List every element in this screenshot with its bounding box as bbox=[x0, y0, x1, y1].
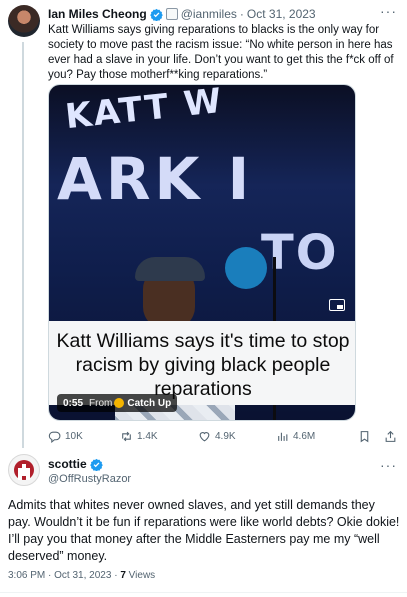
bookmark-button[interactable] bbox=[358, 430, 371, 443]
verified-badge-icon bbox=[89, 458, 103, 471]
separator-dot: · bbox=[114, 570, 118, 581]
author-name[interactable]: Ian Miles Cheong bbox=[48, 7, 147, 21]
views-button[interactable]: 4.6M bbox=[276, 430, 315, 443]
thread-line bbox=[22, 42, 24, 448]
reply-author-name[interactable]: scottie bbox=[48, 457, 87, 471]
reply-views-count: 7 bbox=[120, 570, 126, 581]
video-duration-badge: 0:55 From Catch Up bbox=[57, 394, 178, 412]
share-icon bbox=[385, 430, 396, 442]
reply-time[interactable]: 3:06 PM bbox=[8, 570, 45, 581]
banner-text-middle: ARK I bbox=[57, 145, 254, 213]
quoted-tweet[interactable]: Ian Miles Cheong @ianmiles · Oct 31, 202… bbox=[0, 0, 407, 448]
more-options-icon[interactable]: ··· bbox=[380, 4, 397, 18]
catch-up-logo-icon bbox=[114, 398, 125, 408]
reply-date[interactable]: Oct 31, 2023 bbox=[54, 570, 111, 581]
verified-badge-icon bbox=[149, 8, 163, 21]
from-label: From bbox=[89, 397, 113, 409]
heart-icon bbox=[199, 431, 210, 441]
repost-count: 1.4K bbox=[137, 430, 158, 442]
author-handle[interactable]: @ianmiles bbox=[181, 7, 237, 21]
tweet-text: Katt Williams says giving reparations to… bbox=[48, 24, 397, 81]
avatar[interactable] bbox=[8, 5, 40, 37]
affiliation-badge-icon[interactable] bbox=[165, 8, 178, 20]
reply-text: Admits that whites never owned slaves, a… bbox=[8, 498, 403, 563]
like-button[interactable]: 4.9K bbox=[198, 430, 236, 443]
reply-header: scottie bbox=[48, 457, 103, 471]
reply-count: 10K bbox=[65, 430, 83, 442]
repost-button[interactable]: 1.4K bbox=[120, 430, 158, 443]
source-name[interactable]: Catch Up bbox=[127, 398, 171, 409]
video-player[interactable]: KATT W ARK I TO Katt Williams says it's … bbox=[48, 84, 356, 421]
more-options-icon[interactable]: ··· bbox=[380, 458, 397, 472]
views-count: 4.6M bbox=[293, 430, 316, 442]
reply-button[interactable]: 10K bbox=[48, 430, 83, 443]
repost-icon bbox=[122, 431, 131, 441]
divider bbox=[0, 592, 407, 593]
banner-text-top: KATT W bbox=[63, 84, 226, 138]
tweet-header: Ian Miles Cheong @ianmiles · Oct 31, 202… bbox=[48, 6, 316, 22]
like-count: 4.9K bbox=[215, 430, 236, 442]
picture-in-picture-icon[interactable] bbox=[329, 299, 345, 311]
share-button[interactable] bbox=[384, 430, 397, 443]
reply-author-handle[interactable]: @OffRustyRazor bbox=[48, 473, 131, 485]
reply-views-label: Views bbox=[128, 570, 156, 581]
views-chart-icon bbox=[278, 432, 288, 441]
reply-icon bbox=[48, 431, 61, 443]
tweet-date[interactable]: Oct 31, 2023 bbox=[247, 7, 316, 21]
video-duration: 0:55 bbox=[63, 397, 84, 409]
video-caption: Katt Williams says it's time to stop rac… bbox=[49, 321, 355, 405]
reply-avatar[interactable] bbox=[8, 454, 40, 486]
separator-dot: · bbox=[239, 7, 244, 21]
reply-meta: 3:06 PM · Oct 31, 2023 · 7 Views bbox=[8, 570, 155, 581]
bookmark-icon bbox=[360, 430, 369, 442]
action-bar: 10K 1.4K 4.9K 4.6M bbox=[48, 428, 398, 444]
separator-dot: · bbox=[48, 570, 52, 581]
